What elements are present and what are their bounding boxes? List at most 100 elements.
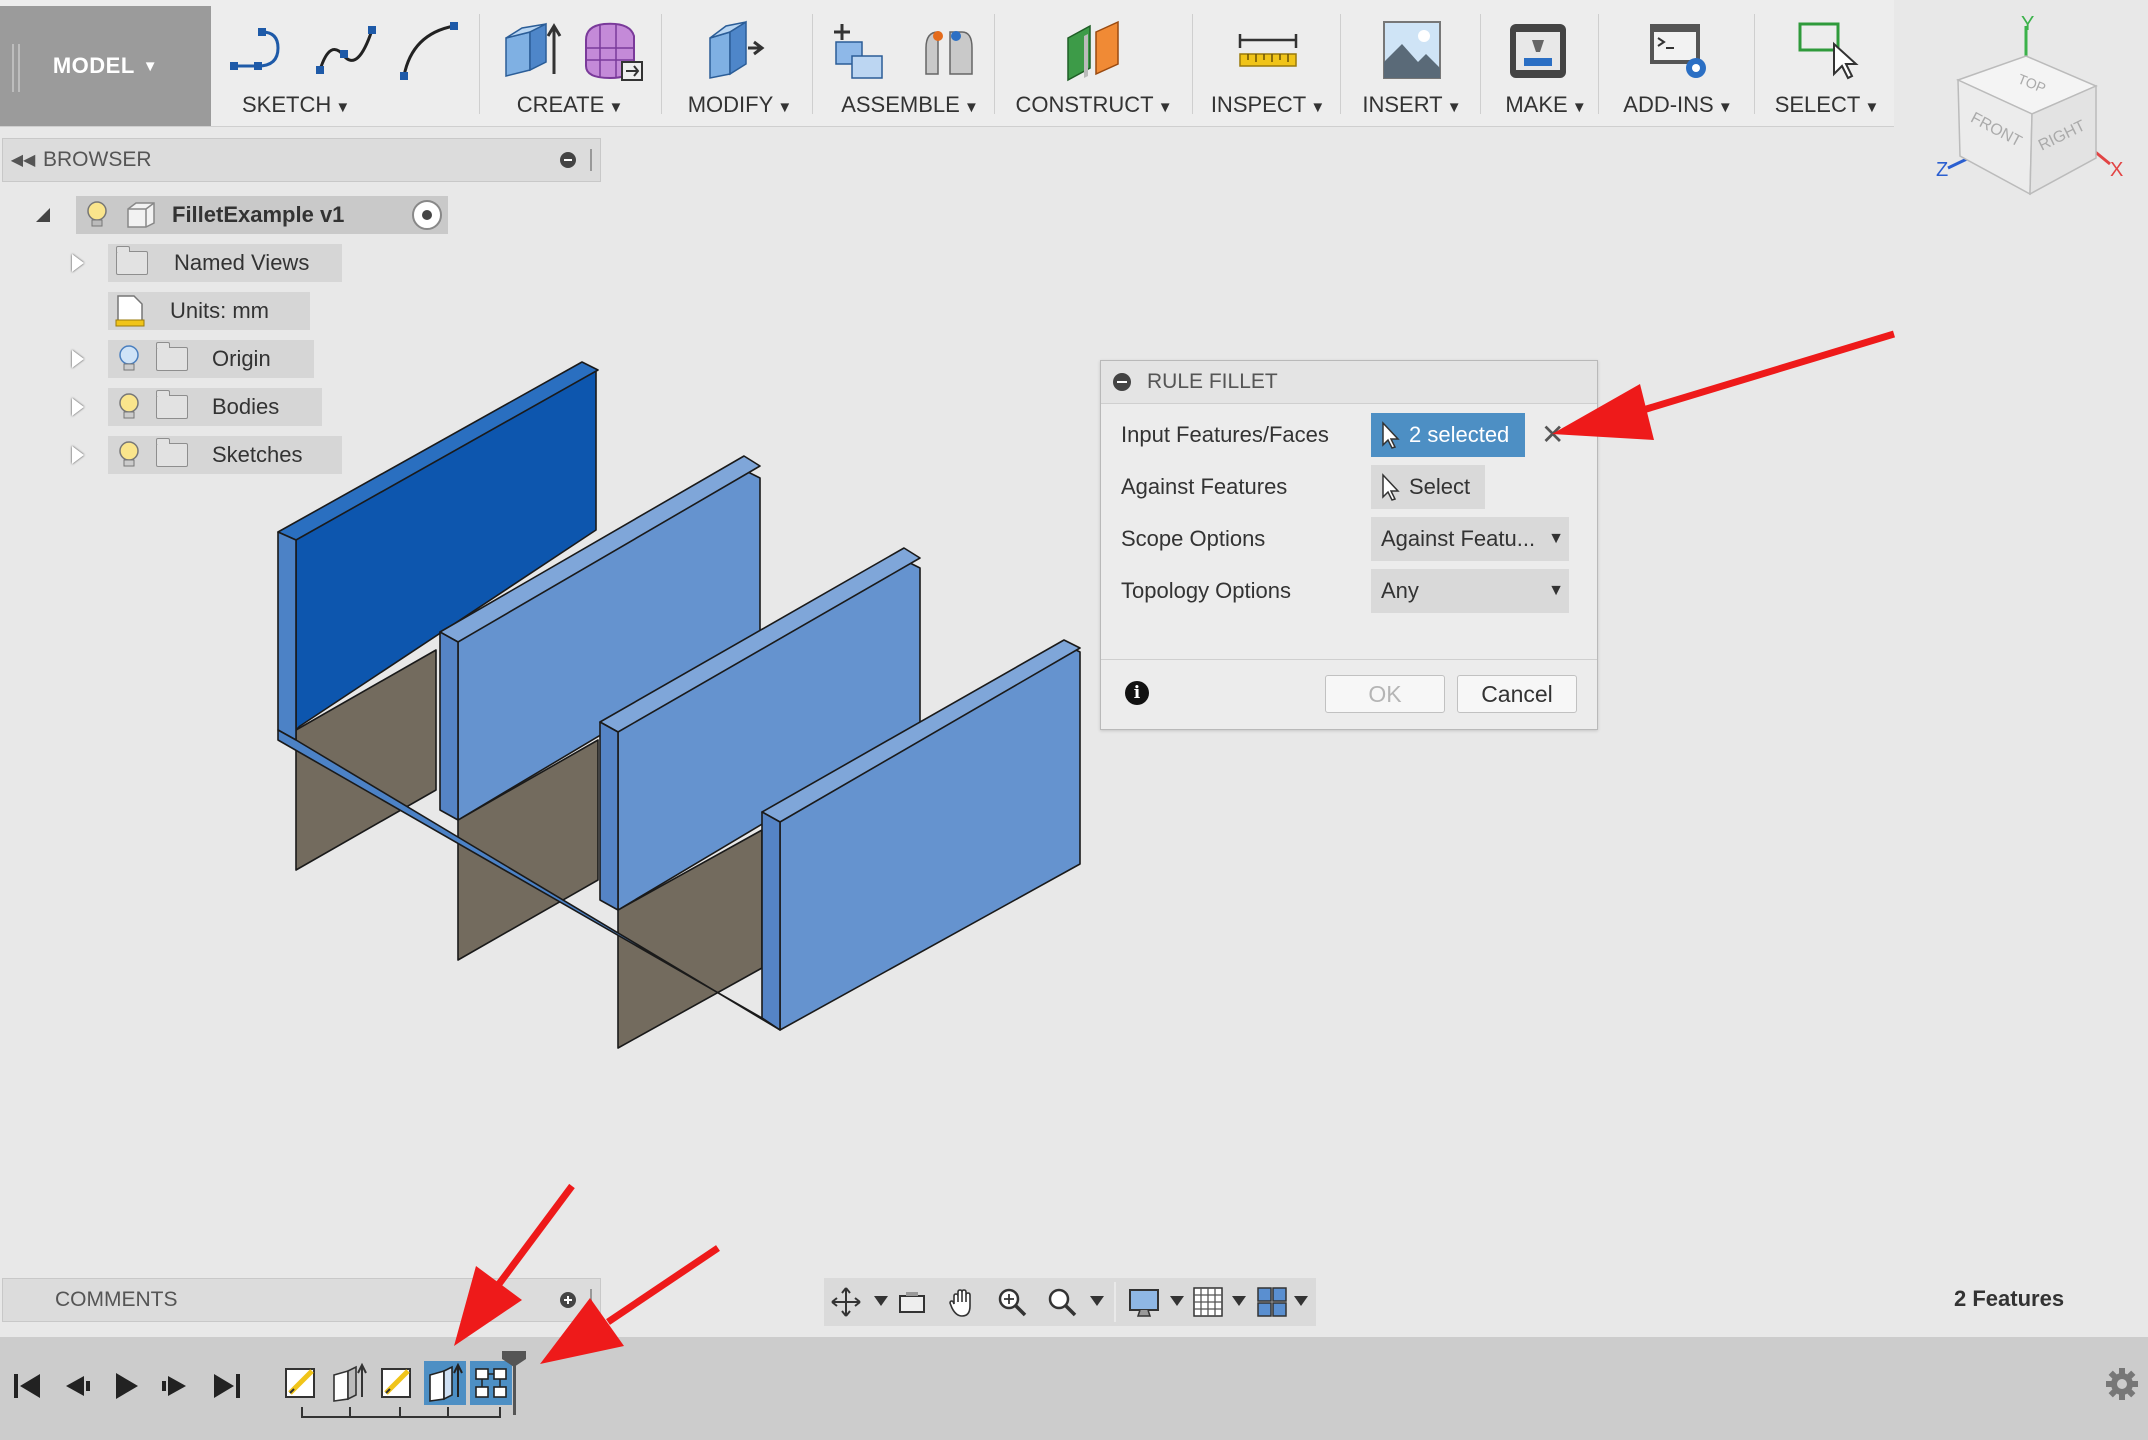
toolbar-label: MODIFY: [670, 92, 810, 118]
toolbar-assemble[interactable]: ASSEMBLE: [820, 0, 1000, 126]
against-features-select[interactable]: Select: [1371, 465, 1485, 509]
timeline-extrude-selected-icon[interactable]: [424, 1361, 466, 1405]
visibility-bulb-icon[interactable]: [116, 391, 142, 423]
look-at-icon[interactable]: [896, 1286, 928, 1318]
toolbar-create[interactable]: CREATE: [490, 0, 650, 126]
collapse-dialog-icon[interactable]: [1113, 373, 1131, 391]
scripts-icon[interactable]: [1646, 18, 1710, 82]
add-comment-icon[interactable]: [560, 1292, 576, 1308]
tree-item[interactable]: Named Views: [108, 244, 342, 282]
3d-print-icon[interactable]: [1506, 18, 1570, 82]
panel-grip[interactable]: [590, 149, 596, 171]
wall-end-face[interactable]: [761, 811, 781, 1031]
browser-item-units[interactable]: Units: mm: [108, 292, 310, 330]
expand-triangle-icon[interactable]: [72, 398, 84, 416]
zoom-window-icon[interactable]: [1046, 1286, 1078, 1318]
topology-options-dropdown[interactable]: Any ▼: [1371, 569, 1569, 613]
toolbar-make[interactable]: MAKE: [1486, 0, 1606, 126]
browser-header[interactable]: ◀◀ BROWSER: [2, 138, 601, 182]
hidden-bulb-icon[interactable]: [116, 343, 142, 375]
toolbar-insert[interactable]: INSERT: [1350, 0, 1474, 126]
workspace-switcher[interactable]: MODEL ▼: [0, 6, 211, 126]
comments-header[interactable]: COMMENTS: [2, 1278, 601, 1322]
chevron-down-icon[interactable]: [1170, 1296, 1184, 1306]
extrude-icon[interactable]: [500, 18, 564, 82]
timeline-sketch-icon[interactable]: [280, 1361, 322, 1405]
timeline-extrude-icon[interactable]: [328, 1361, 370, 1405]
press-pull-icon[interactable]: [702, 18, 766, 82]
line-sketch-icon[interactable]: [228, 18, 292, 82]
toolbar-add-ins[interactable]: ADD-INS: [1606, 0, 1750, 126]
x-axis-label: X: [2110, 159, 2123, 181]
insert-image-icon[interactable]: [1380, 18, 1444, 82]
go-to-end-icon[interactable]: [210, 1369, 244, 1403]
chevron-down-icon[interactable]: [1294, 1296, 1308, 1306]
chevron-down-icon: ▼: [1548, 582, 1564, 599]
folder-icon: [156, 438, 188, 467]
toolbar-select[interactable]: SELECT: [1760, 0, 1894, 126]
input-features-selection[interactable]: 2 selected: [1371, 413, 1525, 457]
view-cube[interactable]: TOP FRONT RIGHT Y Z X: [1928, 16, 2128, 216]
active-component-radio[interactable]: [412, 200, 442, 230]
measure-icon[interactable]: [1236, 18, 1300, 82]
offset-plane-icon[interactable]: [1062, 18, 1126, 82]
step-forward-icon[interactable]: [158, 1369, 192, 1403]
browser-item-named-views[interactable]: Named Views: [72, 244, 342, 282]
toolbar-inspect[interactable]: INSPECT: [1200, 0, 1336, 126]
browser-root-item[interactable]: FilletExample v1: [76, 196, 448, 234]
orbit-icon[interactable]: [830, 1286, 862, 1318]
tree-item[interactable]: Units: mm: [108, 292, 310, 330]
expand-triangle-icon[interactable]: [72, 446, 84, 464]
wall-end-face[interactable]: [439, 631, 459, 821]
arc-sketch-icon[interactable]: [398, 18, 462, 82]
dialog-header[interactable]: RULE FILLET: [1101, 361, 1597, 404]
zoom-icon[interactable]: [996, 1286, 1028, 1318]
toolbar-construct[interactable]: CONSTRUCT: [1004, 0, 1184, 126]
minimize-panel-icon[interactable]: [560, 152, 576, 168]
toolbar-label: MAKE: [1486, 92, 1606, 118]
toolbar-modify[interactable]: MODIFY: [670, 0, 810, 126]
ok-button[interactable]: OK: [1325, 675, 1445, 713]
new-component-icon[interactable]: [828, 18, 892, 82]
collapse-triangle-icon[interactable]: [36, 208, 50, 222]
chevron-down-icon: ▼: [142, 57, 159, 75]
viewports-icon[interactable]: [1256, 1286, 1288, 1318]
info-icon[interactable]: i: [1125, 681, 1149, 705]
joint-icon[interactable]: [916, 18, 980, 82]
scope-options-dropdown[interactable]: Against Featu... ▼: [1371, 517, 1569, 561]
toolbar-grip[interactable]: [12, 44, 20, 92]
collapse-panel-icon[interactable]: ◀◀: [3, 150, 43, 170]
wall-end-face[interactable]: [599, 721, 619, 911]
clear-selection-icon[interactable]: ✕: [1541, 421, 1564, 449]
wall-end-face[interactable]: [277, 531, 297, 741]
window-select-icon[interactable]: [1796, 18, 1860, 82]
timeline-sketch-icon[interactable]: [376, 1361, 418, 1405]
toolbar-divider: [479, 14, 480, 114]
browser-root-row[interactable]: FilletExample v1: [36, 196, 448, 234]
toolbar: MODEL ▼ SKETCH CR: [0, 0, 1894, 127]
panel-grip[interactable]: [590, 1289, 596, 1311]
form-icon[interactable]: [580, 18, 644, 82]
visibility-bulb-icon[interactable]: [116, 439, 142, 471]
z-axis-label: Z: [1936, 159, 1948, 181]
toolbar-label: ADD-INS: [1606, 92, 1750, 118]
grid-icon[interactable]: [1192, 1286, 1224, 1318]
go-to-start-icon[interactable]: [10, 1369, 44, 1403]
step-back-icon[interactable]: [60, 1369, 94, 1403]
spline-sketch-icon[interactable]: [314, 18, 378, 82]
chevron-down-icon[interactable]: [1232, 1296, 1246, 1306]
play-icon[interactable]: [108, 1369, 142, 1403]
toolbar-label: INSPECT: [1200, 92, 1336, 118]
chevron-down-icon[interactable]: [1090, 1296, 1104, 1306]
model-viewport[interactable]: [260, 350, 1100, 1050]
visibility-bulb-icon[interactable]: [82, 199, 112, 231]
pan-hand-icon[interactable]: [946, 1286, 978, 1318]
expand-triangle-icon[interactable]: [72, 254, 84, 272]
chevron-down-icon[interactable]: [874, 1296, 888, 1306]
display-settings-icon[interactable]: [1128, 1286, 1160, 1318]
expand-triangle-icon[interactable]: [72, 350, 84, 368]
timeline-settings-gear-icon[interactable]: [2104, 1366, 2140, 1402]
cancel-button[interactable]: Cancel: [1457, 675, 1577, 713]
tree-item-label: Named Views: [174, 250, 310, 275]
toolbar-sketch[interactable]: SKETCH: [222, 0, 472, 126]
